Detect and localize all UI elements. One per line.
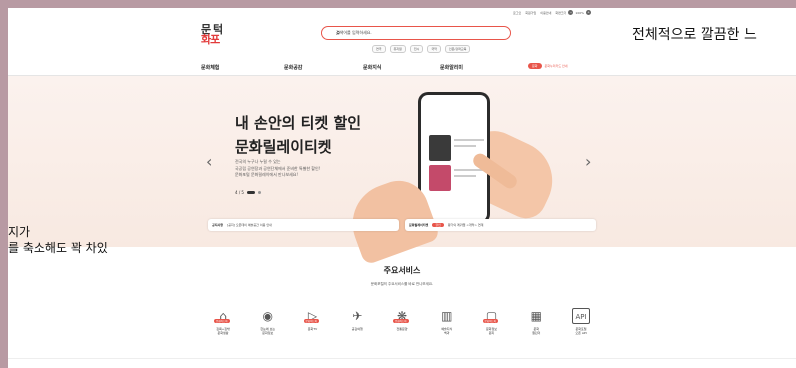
guide-link[interactable]: 이용안내: [540, 11, 551, 15]
service-badge: 문화어드바: [303, 319, 320, 323]
calendar-icon: ▦: [530, 309, 542, 323]
relay-ticket-box[interactable]: 문화릴레이티켓 할인 왕가의 레퀴엠 <개막> 연계: [405, 219, 596, 231]
service-culture-info[interactable]: ◉ 한눈에 보는 문화정보: [253, 308, 283, 335]
service-label: 집콕+집밖 문화생활: [216, 327, 230, 335]
carousel-page: 4 / 5: [235, 190, 244, 195]
service-label: 문화포털 오픈 API: [575, 327, 587, 335]
nav-culture-empathy[interactable]: 문화공감: [284, 64, 302, 71]
chip-exhibit[interactable]: 전시: [409, 45, 424, 53]
chip-education[interactable]: 인문/강좌교육: [444, 45, 471, 53]
zoom-minus-icon[interactable]: −: [568, 10, 574, 15]
zoom-plus-icon[interactable]: +: [586, 10, 591, 15]
search-icon[interactable]: ⌕: [336, 28, 500, 38]
hero-title: 내 손안의 티켓 할인 문화릴레이티켓: [235, 111, 361, 159]
service-label: 전통문양: [396, 327, 408, 331]
service-label: 예술지식 백과: [441, 327, 453, 335]
eye-icon: ◉: [262, 309, 273, 323]
logo-line2: 화포: [201, 33, 220, 46]
overlay-text-1: 전체적으로 깔끔한 느: [632, 27, 757, 43]
top-links: 로그인 회원가입 이용안내 화면크기 − 100% +: [513, 10, 591, 15]
hero-subtitle: 전국의 누구나 누릴 수 있는 국공립 공연장과 공연단체에서 준비한 특별한 …: [235, 159, 320, 179]
service-badge: 문화어드바: [214, 319, 230, 323]
notice-text: [공지] 오픈데이 예술공간 이용 안내: [227, 223, 272, 227]
chip-musical[interactable]: 뮤지컬: [389, 45, 406, 53]
service-label: 문화정보 원지: [485, 327, 498, 335]
relay-title: 문화릴레이티켓: [409, 223, 429, 227]
service-label: 문화 캘린더: [532, 327, 541, 335]
service-label: 공감여행: [351, 327, 363, 331]
prev-arrow-icon[interactable]: ‹: [206, 152, 212, 171]
carousel-dot-active[interactable]: [246, 191, 255, 194]
notice-title: 공지사항: [212, 223, 224, 227]
relay-text: 왕가의 레퀴엠 <개막> 연계: [447, 223, 484, 227]
service-travel[interactable]: ✈ 공감여행: [342, 308, 372, 335]
service-home-culture[interactable]: ⌂ 문화어드바 집콕+집밖 문화생활: [208, 308, 238, 335]
carousel-indicator[interactable]: 4 / 5: [235, 190, 261, 195]
services-list: ⌂ 문화어드바 집콕+집밖 문화생활 ◉ 한눈에 보는 문화정보 ▷ 문화어드바 문…: [208, 308, 596, 335]
overlay-text-2b: 를 축소해도 꽉 차있: [8, 241, 108, 255]
zoom-label: 화면크기: [555, 10, 567, 15]
zoom-value: 100%: [575, 10, 584, 15]
main-nav: 문화체험 문화공감 문화지식 문화알리미 문화 문화누리카드 안내: [8, 58, 796, 76]
service-traditional-pattern[interactable]: ❋ 문화어드바 전통문양: [387, 308, 417, 335]
divider: [8, 358, 796, 359]
nav-card-label: 문화누리카드 안내: [544, 64, 568, 68]
zoom-control[interactable]: 화면크기 − 100% +: [555, 10, 591, 15]
service-label: 문화TV: [307, 327, 318, 331]
travel-icon: ✈: [352, 309, 363, 323]
services-title: 주요서비스: [383, 266, 421, 275]
service-badge: 문화어드바: [482, 319, 499, 323]
nav-culture-knowledge[interactable]: 문화지식: [363, 64, 381, 71]
hero-sub-line3: 문화포털 문화릴레이에서 만나보세요!: [235, 172, 299, 177]
hero-title-line1: 내 손안의 티켓 할인: [235, 114, 362, 132]
overlay-text-2a: 지가: [8, 225, 31, 239]
poster-text-line: [454, 145, 476, 147]
service-art-encyclopedia[interactable]: ▥ 예술지식 백과: [432, 308, 462, 335]
page-frame: 로그인 회원가입 이용안내 화면크기 − 100% + 문 턱 화포 검색어를 …: [8, 8, 796, 368]
hero-title-line2: 문화릴레이티켓: [235, 138, 332, 156]
service-label: 한눈에 보는 문화정보: [260, 327, 276, 335]
services-subtitle: 문화포털의 주요서비스를 바로 만나보세요.: [370, 282, 434, 286]
login-link[interactable]: 로그인: [513, 11, 521, 15]
poster-text-line: [454, 139, 484, 141]
signup-link[interactable]: 회원가입: [525, 11, 536, 15]
search-input[interactable]: 검색어를 입력하세요. ⌕: [321, 26, 511, 40]
nav-culture-notice[interactable]: 문화알리미: [440, 64, 463, 71]
info-bar: 공지사항 [공지] 오픈데이 예술공간 이용 안내 문화릴레이티켓 할인 왕가의…: [208, 219, 596, 231]
service-culture-data[interactable]: ▢ 문화어드바 문화정보 원지: [477, 308, 507, 335]
service-open-api[interactable]: API 문화포털 오픈 API: [566, 308, 596, 335]
overlay-text-2: 지가 를 축소해도 꽉 차있: [8, 224, 108, 256]
nav-culture-experience[interactable]: 문화체험: [201, 64, 219, 71]
api-icon: API: [572, 308, 590, 324]
service-badge: 문화어드바: [393, 319, 409, 323]
next-arrow-icon[interactable]: ›: [585, 152, 591, 171]
service-calendar[interactable]: ▦ 문화 캘린더: [521, 308, 551, 335]
relay-pill: 할인: [432, 223, 444, 227]
chip-theater[interactable]: 연극: [372, 45, 386, 53]
book-icon: ▥: [441, 309, 453, 323]
poster-image: [429, 135, 451, 161]
notice-box[interactable]: 공지사항 [공지] 오픈데이 예술공간 이용 안내: [208, 219, 399, 231]
carousel-dot[interactable]: [257, 191, 261, 194]
site-logo[interactable]: 문 턱 화포: [201, 24, 227, 46]
keyword-chips: 연극 뮤지컬 전시 국악 인문/강좌교육: [372, 45, 471, 53]
nav-card-guide[interactable]: 문화 문화누리카드 안내: [528, 63, 568, 69]
poster-text-line: [454, 175, 476, 177]
chip-gugak[interactable]: 국악: [427, 45, 441, 53]
service-culture-tv[interactable]: ▷ 문화어드바 문화TV: [298, 308, 328, 335]
nav-pill: 문화: [528, 63, 542, 69]
poster-image: [429, 165, 451, 191]
